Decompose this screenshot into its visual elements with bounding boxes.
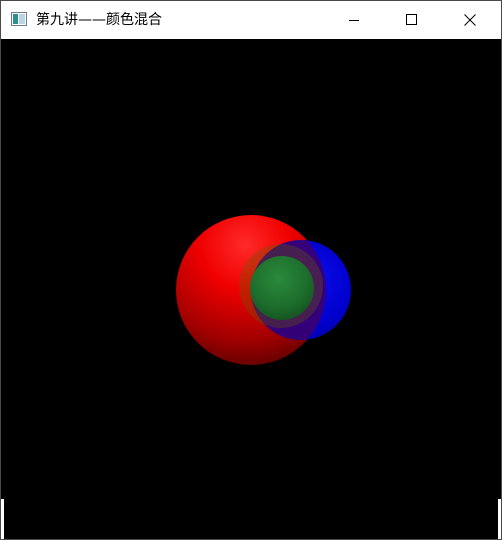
right-edge [498, 499, 501, 539]
left-edge [1, 499, 4, 539]
window-bottom-area [1, 499, 501, 539]
window-title: 第九讲——颜色混合 [36, 12, 162, 28]
minimize-button[interactable] [331, 1, 377, 39]
close-icon [464, 14, 476, 26]
opengl-window-icon [11, 12, 27, 26]
maximize-icon [406, 14, 417, 25]
opengl-canvas[interactable] [1, 39, 501, 499]
minimize-icon [349, 20, 359, 21]
green-sphere [250, 256, 314, 320]
maximize-button[interactable] [389, 1, 435, 39]
app-window: 第九讲——颜色混合 [0, 0, 502, 540]
scene-render [176, 215, 351, 365]
title-bar[interactable]: 第九讲——颜色混合 [1, 1, 501, 39]
close-button[interactable] [447, 1, 493, 39]
